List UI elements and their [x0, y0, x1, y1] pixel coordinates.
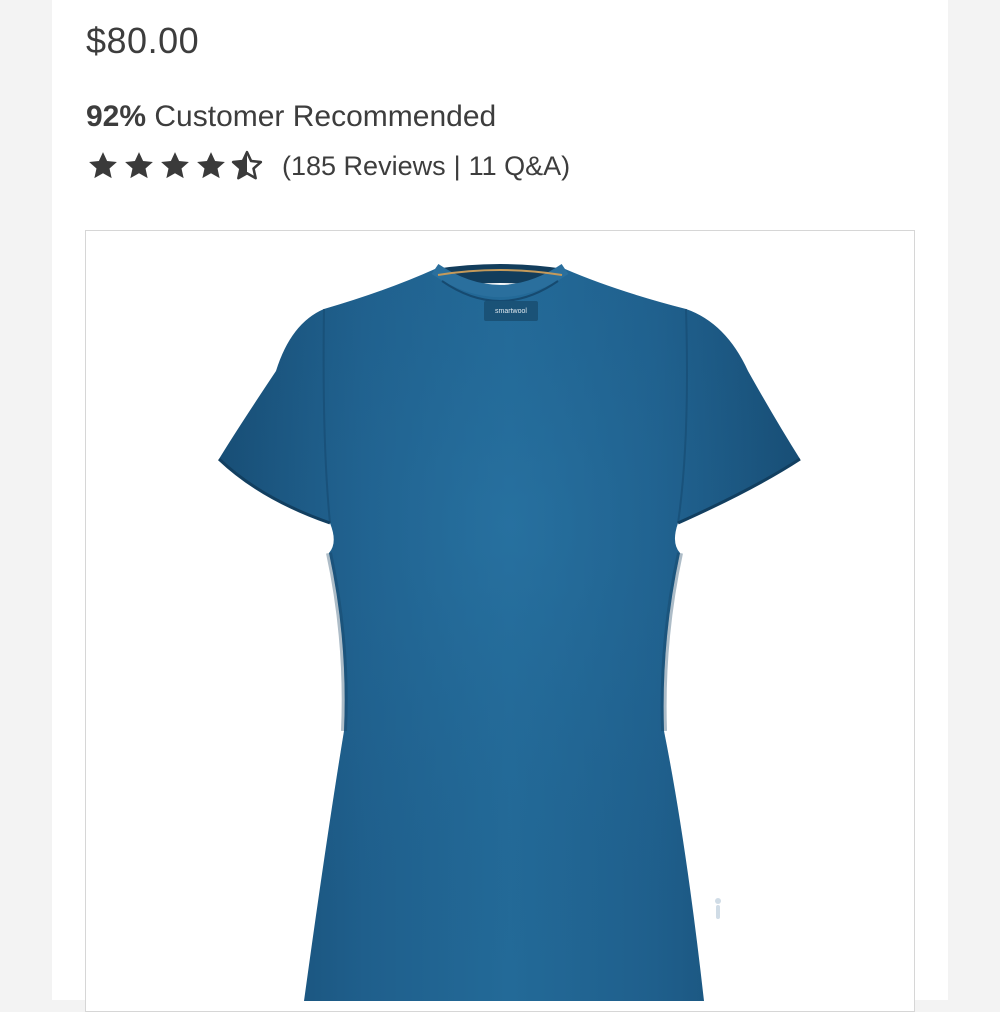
brand-label: smartwool: [495, 308, 527, 315]
reviews-count[interactable]: 185 Reviews: [291, 151, 446, 182]
product-image: smartwool: [217, 263, 801, 1001]
customer-recommended: 92% Customer Recommended: [86, 100, 496, 134]
qa-count[interactable]: 11 Q&A: [469, 151, 562, 182]
recommend-percent: 92%: [86, 100, 147, 133]
recommend-label: Customer Recommended: [154, 100, 497, 133]
star-rating[interactable]: [86, 149, 266, 183]
product-panel: $80.00 92% Customer Recommended (185 Rev…: [52, 0, 948, 1012]
product-image-frame[interactable]: smartwool: [85, 230, 915, 1012]
product-price: $80.00: [86, 20, 200, 61]
star-half-icon: [231, 150, 263, 180]
reviews-qa-link[interactable]: (185 Reviews | 11 Q&A): [282, 151, 570, 182]
star-full-icon: [125, 152, 153, 179]
reviews-separator: |: [453, 150, 461, 181]
star-full-icon: [89, 152, 117, 179]
star-full-icon: [161, 152, 189, 179]
rating-row: (185 Reviews | 11 Q&A): [86, 146, 570, 186]
star-full-icon: [197, 152, 225, 179]
